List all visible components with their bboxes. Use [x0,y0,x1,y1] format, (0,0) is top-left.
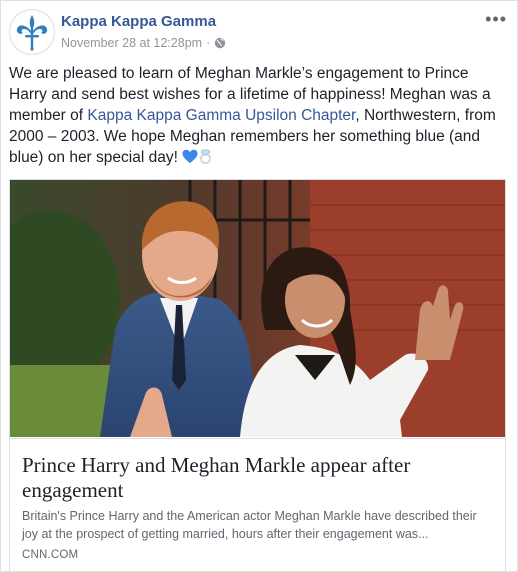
post-text: We are pleased to learn of Meghan Markle… [9,63,509,168]
card-description: Britain's Prince Harry and the American … [22,509,477,541]
card-info[interactable]: Prince Harry and Meghan Markle appear af… [10,438,505,571]
ring-icon [200,149,212,164]
link-preview-card[interactable]: Prince Harry and Meghan Markle appear af… [9,179,506,571]
fleur-de-lis-logo-icon [16,15,48,51]
chapter-link[interactable]: Kappa Kappa Gamma Upsilon Chapter [87,107,355,124]
couple-photo-image [10,180,505,437]
card-domain: CNN.COM [22,549,79,561]
globe-icon[interactable] [214,37,226,49]
post-meta: November 28 at 12:28pm · [61,36,226,50]
more-options-button[interactable]: ••• [485,10,507,28]
article-photo[interactable] [10,180,505,437]
post-card: Kappa Kappa Gamma November 28 at 12:28pm… [0,0,518,572]
blue-heart-icon [182,149,198,163]
post-timestamp[interactable]: November 28 at 12:28pm [61,36,202,50]
page-name-link[interactable]: Kappa Kappa Gamma [61,13,216,30]
page-avatar[interactable] [9,9,55,55]
post-header: Kappa Kappa Gamma November 28 at 12:28pm… [9,9,507,59]
meta-separator: · [206,36,211,50]
card-title[interactable]: Prince Harry and Meghan Markle appear af… [22,453,492,503]
